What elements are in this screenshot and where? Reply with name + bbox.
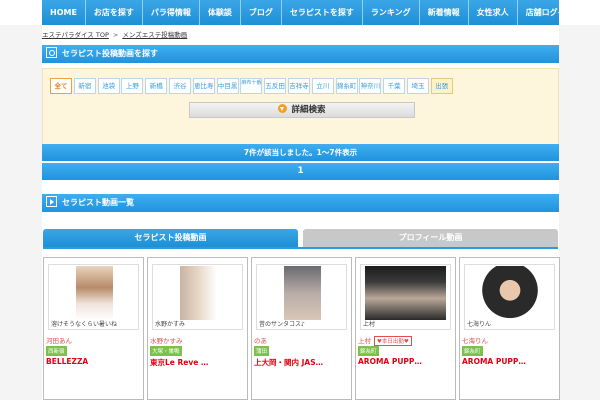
search-icon bbox=[46, 47, 57, 58]
shop-name[interactable]: 上大岡・関内 JAS… bbox=[254, 357, 323, 368]
top-navigation: HOME お店を探す パラ得情報 体験談 ブログ セラピストを探す ランキング … bbox=[0, 0, 600, 25]
nav-blog[interactable]: ブログ bbox=[241, 0, 282, 25]
area-button-kanagawa[interactable]: 神奈川 bbox=[359, 78, 382, 94]
video-thumbnail[interactable]: 溶けそうなくらい暑いね bbox=[48, 264, 139, 330]
shop-name[interactable]: 東京Le Reve … bbox=[150, 357, 208, 368]
video-thumbnail[interactable]: 七海りん bbox=[464, 264, 555, 330]
video-caption: 上村 bbox=[363, 321, 376, 328]
video-thumbnail[interactable]: 昔のサンタコス♪ bbox=[256, 264, 347, 330]
breadcrumb-separator: > bbox=[112, 31, 119, 39]
area-button-saitama[interactable]: 埼玉 bbox=[406, 78, 429, 94]
chevron-down-icon bbox=[278, 104, 288, 113]
video-card[interactable]: 溶けそうなくらい暑いね 河田あん 西新宿 BELLEZZA bbox=[43, 257, 144, 400]
breadcrumb-current[interactable]: メンズエステ投稿動画 bbox=[122, 31, 187, 39]
area-tag: 大塚・巣鴨 bbox=[150, 346, 182, 356]
therapist-photo bbox=[180, 266, 217, 320]
therapist-name[interactable]: 水野かすみ bbox=[150, 335, 183, 345]
detail-search-label: 詳細検索 bbox=[291, 105, 326, 115]
area-button-outcall[interactable]: 出張 bbox=[430, 78, 453, 94]
video-card[interactable]: 七海りん 七海りん 錦糸町 AROMA PUPP… bbox=[459, 257, 560, 400]
tab-therapist-videos[interactable]: セラピスト投稿動画 bbox=[43, 229, 298, 247]
area-button-kichijoji[interactable]: 吉祥寺 bbox=[287, 78, 310, 94]
breadcrumb: エステパラダイス TOP > メンズエステ投稿動画 bbox=[42, 29, 187, 39]
area-button-shinjuku[interactable]: 新宿 bbox=[73, 78, 96, 94]
therapist-photo bbox=[365, 266, 446, 320]
therapist-photo bbox=[475, 266, 545, 320]
video-thumbnail[interactable]: 上村 bbox=[360, 264, 451, 330]
area-button-row: 全て 新宿 池袋 上野 新橋 渋谷 恵比寿 中目黒 麻布十番 五反田 吉祥寺 立… bbox=[50, 78, 455, 94]
on-duty-badge: ♥本日出勤♥ bbox=[374, 336, 412, 346]
shop-name[interactable]: AROMA PUPP… bbox=[462, 357, 526, 366]
therapist-photo bbox=[284, 266, 321, 320]
video-card[interactable]: 昔のサンタコス♪ のあ 蒲田 上大岡・関内 JAS… bbox=[251, 257, 352, 400]
area-button-ueno[interactable]: 上野 bbox=[121, 78, 144, 94]
nav-deals[interactable]: パラ得情報 bbox=[143, 0, 200, 25]
area-button-kinshicho[interactable]: 錦糸町 bbox=[335, 78, 358, 94]
main-content: エステパラダイス TOP > メンズエステ投稿動画 セラピスト投稿動画を探す 全て … bbox=[42, 25, 560, 400]
area-tag: 西新宿 bbox=[46, 346, 67, 356]
area-button-ebisu[interactable]: 恵比寿 bbox=[192, 78, 215, 94]
tab-profile-videos[interactable]: プロフィール動画 bbox=[303, 229, 558, 247]
shop-name[interactable]: BELLEZZA bbox=[46, 357, 88, 366]
video-caption: 溶けそうなくらい暑いね bbox=[51, 321, 118, 328]
result-count-text: 7件が該当しました。1〜7件表示 bbox=[243, 148, 358, 157]
nav-find-shop[interactable]: お店を探す bbox=[86, 0, 143, 25]
breadcrumb-home-link[interactable]: エステパラダイス TOP bbox=[42, 31, 109, 39]
area-tag: 錦糸町 bbox=[358, 346, 379, 356]
therapist-name[interactable]: 上村 ♥本日出勤♥ bbox=[358, 335, 412, 346]
video-list-title: セラピスト動画一覧 bbox=[62, 198, 134, 207]
area-tag: 錦糸町 bbox=[462, 346, 483, 356]
nav-bar: HOME お店を探す パラ得情報 体験談 ブログ セラピストを探す ランキング … bbox=[42, 0, 574, 25]
video-list-header: セラピスト動画一覧 bbox=[42, 194, 559, 212]
nav-ranking[interactable]: ランキング bbox=[363, 0, 420, 25]
therapist-photo bbox=[76, 266, 113, 320]
video-caption: 水野かすみ bbox=[155, 321, 186, 328]
area-button-azabujuban[interactable]: 麻布十番 bbox=[240, 78, 263, 94]
video-card[interactable]: 水野かすみ 水野かすみ 大塚・巣鴨 東京Le Reve … bbox=[147, 257, 248, 400]
nav-find-therapist[interactable]: セラピストを探す bbox=[282, 0, 363, 25]
area-tag: 蒲田 bbox=[254, 346, 270, 356]
search-section-header: セラピスト投稿動画を探す bbox=[42, 45, 559, 63]
area-button-ikebukuro[interactable]: 池袋 bbox=[97, 78, 120, 94]
video-caption: 昔のサンタコス♪ bbox=[259, 321, 305, 328]
page-number-1[interactable]: 1 bbox=[297, 166, 303, 176]
area-button-tachikawa[interactable]: 立川 bbox=[311, 78, 334, 94]
shop-name[interactable]: AROMA PUPP… bbox=[358, 357, 422, 366]
detail-search-button[interactable]: 詳細検索 bbox=[189, 102, 415, 118]
video-card[interactable]: 上村 上村 ♥本日出勤♥ 錦糸町 AROMA PUPP… bbox=[355, 257, 456, 400]
play-icon bbox=[46, 196, 57, 207]
therapist-name-text: 上村 bbox=[358, 337, 371, 345]
nav-jobs[interactable]: 女性求人 bbox=[469, 0, 518, 25]
area-button-all[interactable]: 全て bbox=[50, 78, 72, 94]
therapist-name[interactable]: 河田あん bbox=[46, 335, 72, 345]
area-button-shinbashi[interactable]: 新橋 bbox=[145, 78, 168, 94]
search-section-title: セラピスト投稿動画を探す bbox=[62, 49, 158, 58]
nav-news[interactable]: 新着情報 bbox=[420, 0, 469, 25]
video-card-list: 溶けそうなくらい暑いね 河田あん 西新宿 BELLEZZA 水野かすみ 水野かす… bbox=[43, 257, 563, 400]
area-button-gotanda[interactable]: 五反田 bbox=[264, 78, 287, 94]
tab-therapist-videos-label: セラピスト投稿動画 bbox=[134, 233, 207, 242]
therapist-name[interactable]: のあ bbox=[254, 335, 267, 345]
area-button-shibuya[interactable]: 渋谷 bbox=[168, 78, 191, 94]
nav-home[interactable]: HOME bbox=[42, 0, 86, 25]
area-button-nakameguro[interactable]: 中目黒 bbox=[216, 78, 239, 94]
nav-reviews[interactable]: 体験談 bbox=[200, 0, 241, 25]
tab-profile-videos-label: プロフィール動画 bbox=[398, 233, 463, 242]
nav-shop-login[interactable]: 店舗ログイン bbox=[518, 0, 582, 25]
area-button-chiba[interactable]: 千葉 bbox=[383, 78, 406, 94]
result-count-bar: 7件が該当しました。1〜7件表示 bbox=[42, 144, 559, 161]
tab-underline bbox=[43, 247, 558, 249]
video-caption: 七海りん bbox=[467, 321, 492, 328]
area-filter-panel: 全て 新宿 池袋 上野 新橋 渋谷 恵比寿 中目黒 麻布十番 五反田 吉祥寺 立… bbox=[42, 68, 559, 148]
video-thumbnail[interactable]: 水野かすみ bbox=[152, 264, 243, 330]
therapist-name[interactable]: 七海りん bbox=[462, 335, 488, 345]
pagination-bar: 1 bbox=[42, 163, 559, 180]
